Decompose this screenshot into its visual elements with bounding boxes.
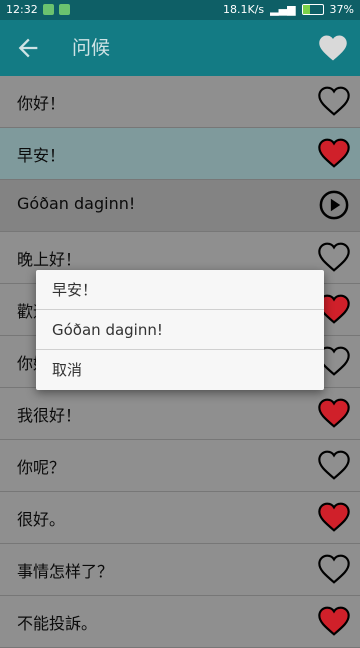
list-item[interactable]: 你呢？ xyxy=(0,440,360,492)
battery-level: 37% xyxy=(329,3,354,16)
phrase-text: 晚上好！ xyxy=(17,250,82,269)
phrase-text: 我很好！ xyxy=(17,406,82,425)
app-bar: 问候 xyxy=(0,20,360,76)
phrase-text: Góðan daginn! xyxy=(17,194,136,213)
heart-filled-icon[interactable] xyxy=(318,398,350,428)
network-speed: 18.1K/s xyxy=(223,3,265,16)
status-bar: 12:32 18.1K/s ▂▄▆ 37% xyxy=(0,0,360,20)
options-dialog: 早安！ Góðan daginn! 取消 xyxy=(36,270,324,390)
heart-filled-icon[interactable] xyxy=(318,138,350,168)
phrase-text: 事情怎样了？ xyxy=(17,562,114,581)
list-item[interactable]: 我很好！ xyxy=(0,388,360,440)
dialog-option-phrase[interactable]: 早安！ xyxy=(36,270,324,310)
signal-icon: ▂▄▆ xyxy=(270,3,296,16)
list-item[interactable]: 不能投訴。 xyxy=(0,596,360,648)
list-item[interactable]: 事情怎样了？ xyxy=(0,544,360,596)
phrase-text: 很好。 xyxy=(17,510,66,529)
heart-outline-icon[interactable] xyxy=(318,86,350,116)
phrase-text: 早安！ xyxy=(17,146,66,165)
dialog-option-cancel[interactable]: 取消 xyxy=(36,350,324,390)
heart-filled-icon[interactable] xyxy=(318,502,350,532)
page-title: 问候 xyxy=(72,37,111,59)
list-item[interactable]: 早安！ xyxy=(0,128,360,180)
phrase-text: 你呢？ xyxy=(17,458,66,477)
phrase-text: 你好！ xyxy=(17,94,66,113)
list-item[interactable]: 很好。 xyxy=(0,492,360,544)
heart-outline-icon[interactable] xyxy=(318,450,350,480)
notification-icon xyxy=(42,4,54,15)
phrase-text: 不能投訴。 xyxy=(17,614,98,633)
heart-outline-icon[interactable] xyxy=(318,554,350,584)
arrow-left-icon[interactable] xyxy=(14,34,42,62)
play-icon[interactable] xyxy=(318,190,350,220)
heart-outline-icon[interactable] xyxy=(318,242,350,272)
list-item[interactable]: 你好！ xyxy=(0,76,360,128)
battery-icon xyxy=(301,4,324,15)
notification-icon xyxy=(58,4,70,15)
heart-filled-icon[interactable] xyxy=(318,606,350,636)
status-time: 12:32 xyxy=(6,3,38,16)
dialog-option-translation[interactable]: Góðan daginn! xyxy=(36,310,324,350)
list-item[interactable]: Góðan daginn! xyxy=(0,180,360,232)
favorites-heart-icon[interactable] xyxy=(318,34,348,62)
